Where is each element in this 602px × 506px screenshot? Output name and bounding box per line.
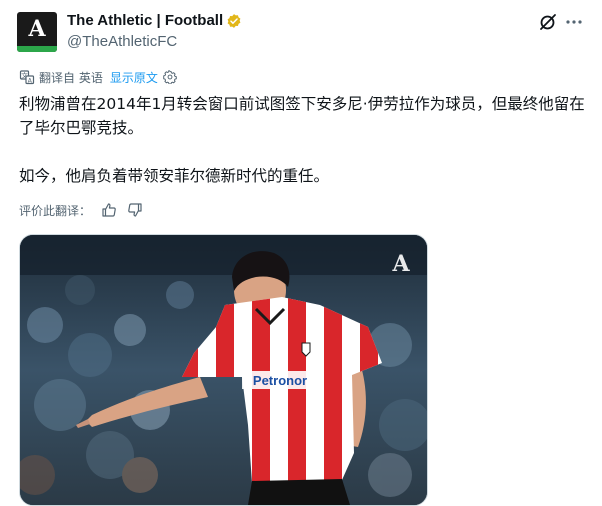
tweet-paragraph-2: 如今，他肩负着带领安菲尔德新时代的重任。 bbox=[19, 167, 330, 185]
shirt-sponsor-text: Petronor bbox=[253, 373, 307, 388]
athletic-watermark: A bbox=[391, 251, 410, 277]
translated-from-label: 翻译自 英语 bbox=[39, 70, 103, 85]
translation-info-row: 文 A 翻译自 英语 显示原文 bbox=[19, 68, 177, 86]
tweet-paragraph-1: 利物浦曾在2014年1月转会窗口前试图签下安多尼·伊劳拉作为球员，但最终他留在了… bbox=[19, 95, 585, 137]
more-options-icon[interactable] bbox=[564, 12, 584, 32]
account-handle[interactable]: @TheAthleticFC bbox=[67, 32, 177, 52]
account-avatar[interactable]: A bbox=[17, 12, 57, 52]
rate-translation-label: 评价此翻译： bbox=[19, 203, 92, 218]
tweet-media-image[interactable]: Petronor A bbox=[19, 234, 428, 506]
grok-icon[interactable] bbox=[538, 12, 558, 32]
thumbs-down-icon[interactable] bbox=[127, 202, 143, 218]
rate-translation-row: 评价此翻译： bbox=[19, 200, 143, 220]
gear-icon[interactable] bbox=[163, 70, 177, 84]
avatar-logo-letter: A bbox=[28, 16, 46, 42]
show-original-link[interactable]: 显示原文 bbox=[110, 69, 158, 86]
translate-icon: 文 A bbox=[19, 70, 35, 84]
verified-gold-badge-icon[interactable] bbox=[226, 13, 242, 29]
account-display-name[interactable]: The Athletic | Football bbox=[67, 11, 223, 31]
thumbs-up-icon[interactable] bbox=[101, 202, 117, 218]
tweet-text: 利物浦曾在2014年1月转会窗口前试图签下安多尼·伊劳拉作为球员，但最终他留在了… bbox=[19, 92, 594, 188]
avatar-accent-stripe bbox=[17, 46, 57, 52]
